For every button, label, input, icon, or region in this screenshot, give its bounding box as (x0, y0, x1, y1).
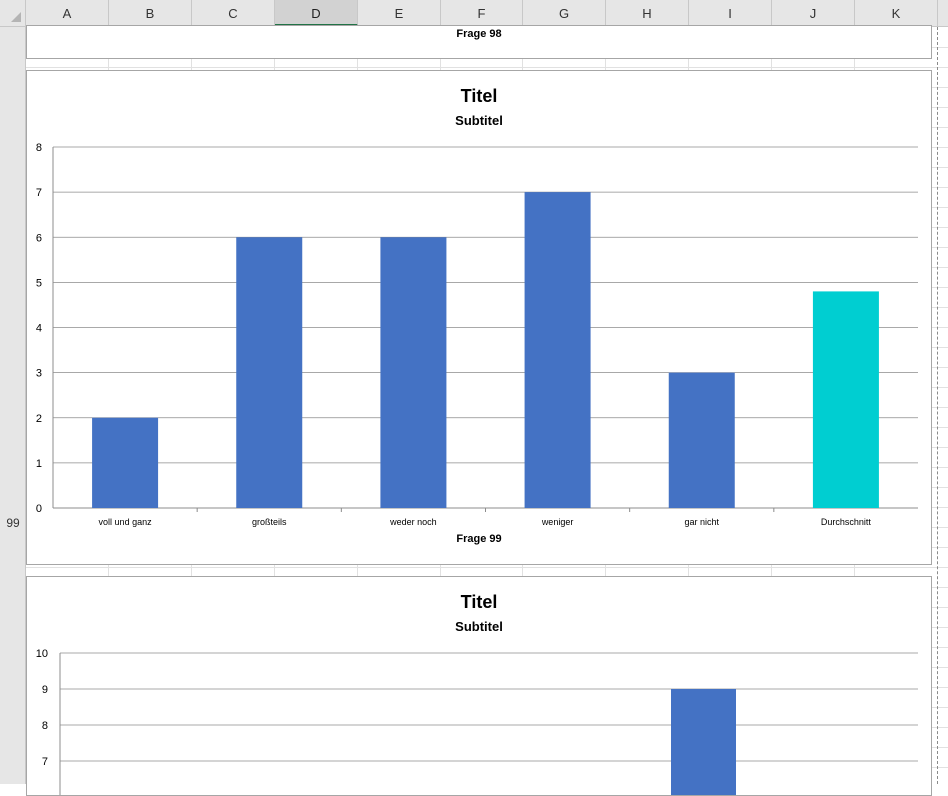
y-tick-label: 10 (36, 648, 48, 660)
x-tick-label: Durchschnitt (821, 517, 872, 527)
bar (668, 372, 735, 508)
column-header-f[interactable]: F (441, 0, 523, 26)
y-tick-label: 3 (36, 368, 42, 380)
x-tick-label: weniger (541, 517, 574, 527)
chart-plot-area: 7 8 9 10 (36, 648, 918, 795)
y-tick-label: 2 (36, 413, 42, 425)
y-tick-label: 1 (36, 458, 42, 470)
y-tick-label: 9 (42, 684, 48, 696)
column-header-b[interactable]: B (109, 0, 192, 26)
column-header-e[interactable]: E (358, 0, 441, 26)
x-tick-label: voll und ganz (99, 517, 153, 527)
y-tick-label: 7 (36, 187, 42, 199)
column-header-g[interactable]: G (523, 0, 606, 26)
column-header-j[interactable]: J (772, 0, 855, 26)
chart-plot-area: 0 1 2 3 4 5 6 7 8 voll und ganz großteils weder noc… (36, 142, 918, 527)
y-tick-label: 5 (36, 277, 42, 289)
column-header-c[interactable]: C (192, 0, 275, 26)
grid-line (26, 567, 948, 568)
grid-line (26, 67, 948, 68)
column-header-a[interactable]: A (26, 0, 109, 26)
chart-frage-99[interactable]: Titel Subtitel 0 1 2 3 4 5 6 7 8 voll und ganz gro… (26, 70, 932, 565)
column-header-h[interactable]: H (606, 0, 689, 26)
chart-x-axis-title: Frage 98 (456, 28, 502, 40)
chart-x-axis-title: Frage 99 (456, 533, 502, 545)
chart-next[interactable]: Titel Subtitel 7 8 9 10 (26, 576, 932, 796)
y-tick-label: 4 (36, 323, 42, 335)
column-header-i[interactable]: I (689, 0, 772, 26)
y-tick-label: 6 (36, 232, 42, 244)
bar (524, 192, 591, 508)
x-tick-label: großteils (252, 517, 287, 527)
bar (380, 237, 447, 508)
bar (236, 237, 303, 508)
column-header-d[interactable]: D (275, 0, 358, 26)
y-tick-label: 0 (36, 503, 42, 515)
page-break-line (937, 27, 938, 784)
x-tick-label: weder noch (389, 517, 437, 527)
bar (92, 417, 159, 508)
bar (812, 291, 879, 508)
row-header-99[interactable]: 99 (0, 516, 26, 530)
y-tick-label: 8 (36, 142, 42, 154)
row-header-bar: 99 (0, 27, 26, 784)
y-tick-label: 7 (42, 756, 48, 768)
y-tick-label: 8 (42, 720, 48, 732)
column-header-bar: ABCDEFGHIJK (0, 0, 948, 27)
select-all-icon (11, 12, 21, 22)
column-header-k[interactable]: K (855, 0, 938, 26)
chart-frage-98[interactable]: Frage 98 (26, 25, 932, 59)
bar (671, 689, 736, 795)
select-all-button[interactable] (0, 0, 26, 26)
x-tick-label: gar nicht (684, 517, 719, 527)
